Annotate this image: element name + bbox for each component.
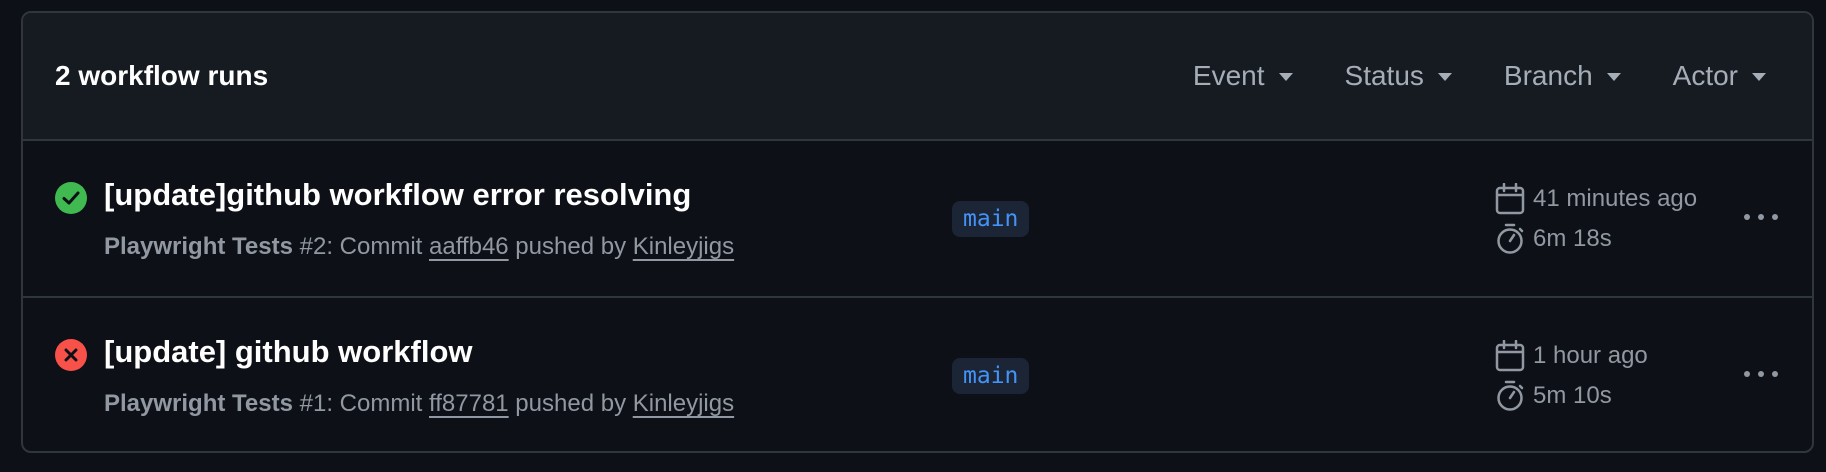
filter-branch-dropdown[interactable]: Branch	[1504, 60, 1621, 92]
run-duration-text: 6m 18s	[1533, 225, 1612, 252]
actor-link[interactable]: Kinleyjigs	[633, 233, 734, 260]
workflow-run-row[interactable]: [update] github workflow Playwright Test…	[23, 296, 1812, 451]
actor-link[interactable]: Kinleyjigs	[633, 390, 734, 417]
filter-event-label: Event	[1192, 60, 1265, 91]
run-number: #2	[299, 233, 327, 260]
x-mark-glyph	[64, 348, 78, 362]
caret-down-icon	[1752, 73, 1766, 81]
stopwatch-icon	[1497, 223, 1524, 254]
run-duration-text: 5m 10s	[1533, 382, 1612, 409]
filter-branch-label: Branch	[1503, 60, 1593, 91]
run-actions-button[interactable]	[1741, 362, 1781, 386]
filter-actor-dropdown[interactable]: Actor	[1673, 60, 1766, 92]
run-times: 41 minutes ago 6m 18s	[1495, 183, 1697, 255]
runs-count-title: 2 workflow runs	[55, 60, 269, 91]
pushed-by-text: pushed by	[508, 390, 633, 417]
run-started-text: 1 hour ago	[1533, 342, 1648, 369]
run-started-text: 41 minutes ago	[1533, 185, 1698, 212]
run-times: 1 hour ago 5m 10s	[1495, 340, 1648, 412]
workflow-name: Playwright Tests	[104, 233, 293, 260]
run-meta: Playwright Tests #2: Commit aaffb46 push…	[104, 233, 734, 261]
run-title-link[interactable]: [update] github workflow	[104, 334, 473, 370]
filter-bar: Event Status Branch Actor	[1193, 60, 1766, 92]
run-actions-button[interactable]	[1741, 205, 1781, 229]
branch-label[interactable]: main	[952, 201, 1030, 237]
commit-link[interactable]: ff87781	[429, 390, 509, 417]
run-started: 1 hour ago	[1495, 340, 1648, 372]
run-number: #1	[299, 390, 327, 417]
workflow-name: Playwright Tests	[104, 390, 293, 417]
calendar-icon	[1495, 340, 1525, 372]
commit-prefix: : Commit	[326, 233, 429, 260]
run-meta: Playwright Tests #1: Commit ff87781 push…	[104, 390, 734, 418]
run-title-link[interactable]: [update]github workflow error resolving	[104, 177, 691, 213]
run-duration: 5m 10s	[1495, 380, 1648, 412]
caret-down-icon	[1606, 73, 1621, 81]
filter-status-dropdown[interactable]: Status	[1345, 60, 1452, 92]
caret-down-icon	[1278, 73, 1293, 81]
branch-label[interactable]: main	[952, 358, 1030, 394]
workflow-run-row[interactable]: [update]github workflow error resolving …	[23, 141, 1812, 296]
check-mark-glyph	[62, 191, 80, 205]
stopwatch-icon	[1497, 380, 1524, 411]
calendar-icon	[1495, 183, 1525, 215]
run-started: 41 minutes ago	[1495, 183, 1697, 215]
run-duration: 6m 18s	[1495, 223, 1697, 255]
caret-down-icon	[1437, 73, 1452, 81]
filter-event-dropdown[interactable]: Event	[1193, 60, 1293, 92]
commit-prefix: : Commit	[326, 390, 429, 417]
commit-link[interactable]: aaffb46	[429, 233, 509, 260]
kebab-horizontal-icon	[1744, 214, 1778, 220]
filter-actor-label: Actor	[1672, 60, 1738, 91]
filter-status-label: Status	[1344, 60, 1424, 91]
check-circle-icon	[55, 182, 87, 214]
kebab-horizontal-icon	[1744, 371, 1778, 377]
pushed-by-text: pushed by	[508, 233, 633, 260]
workflow-runs-panel: 2 workflow runs Event Status Branch Acto…	[21, 11, 1814, 453]
x-circle-icon	[55, 339, 87, 371]
workflow-runs-header: 2 workflow runs Event Status Branch Acto…	[23, 13, 1812, 141]
